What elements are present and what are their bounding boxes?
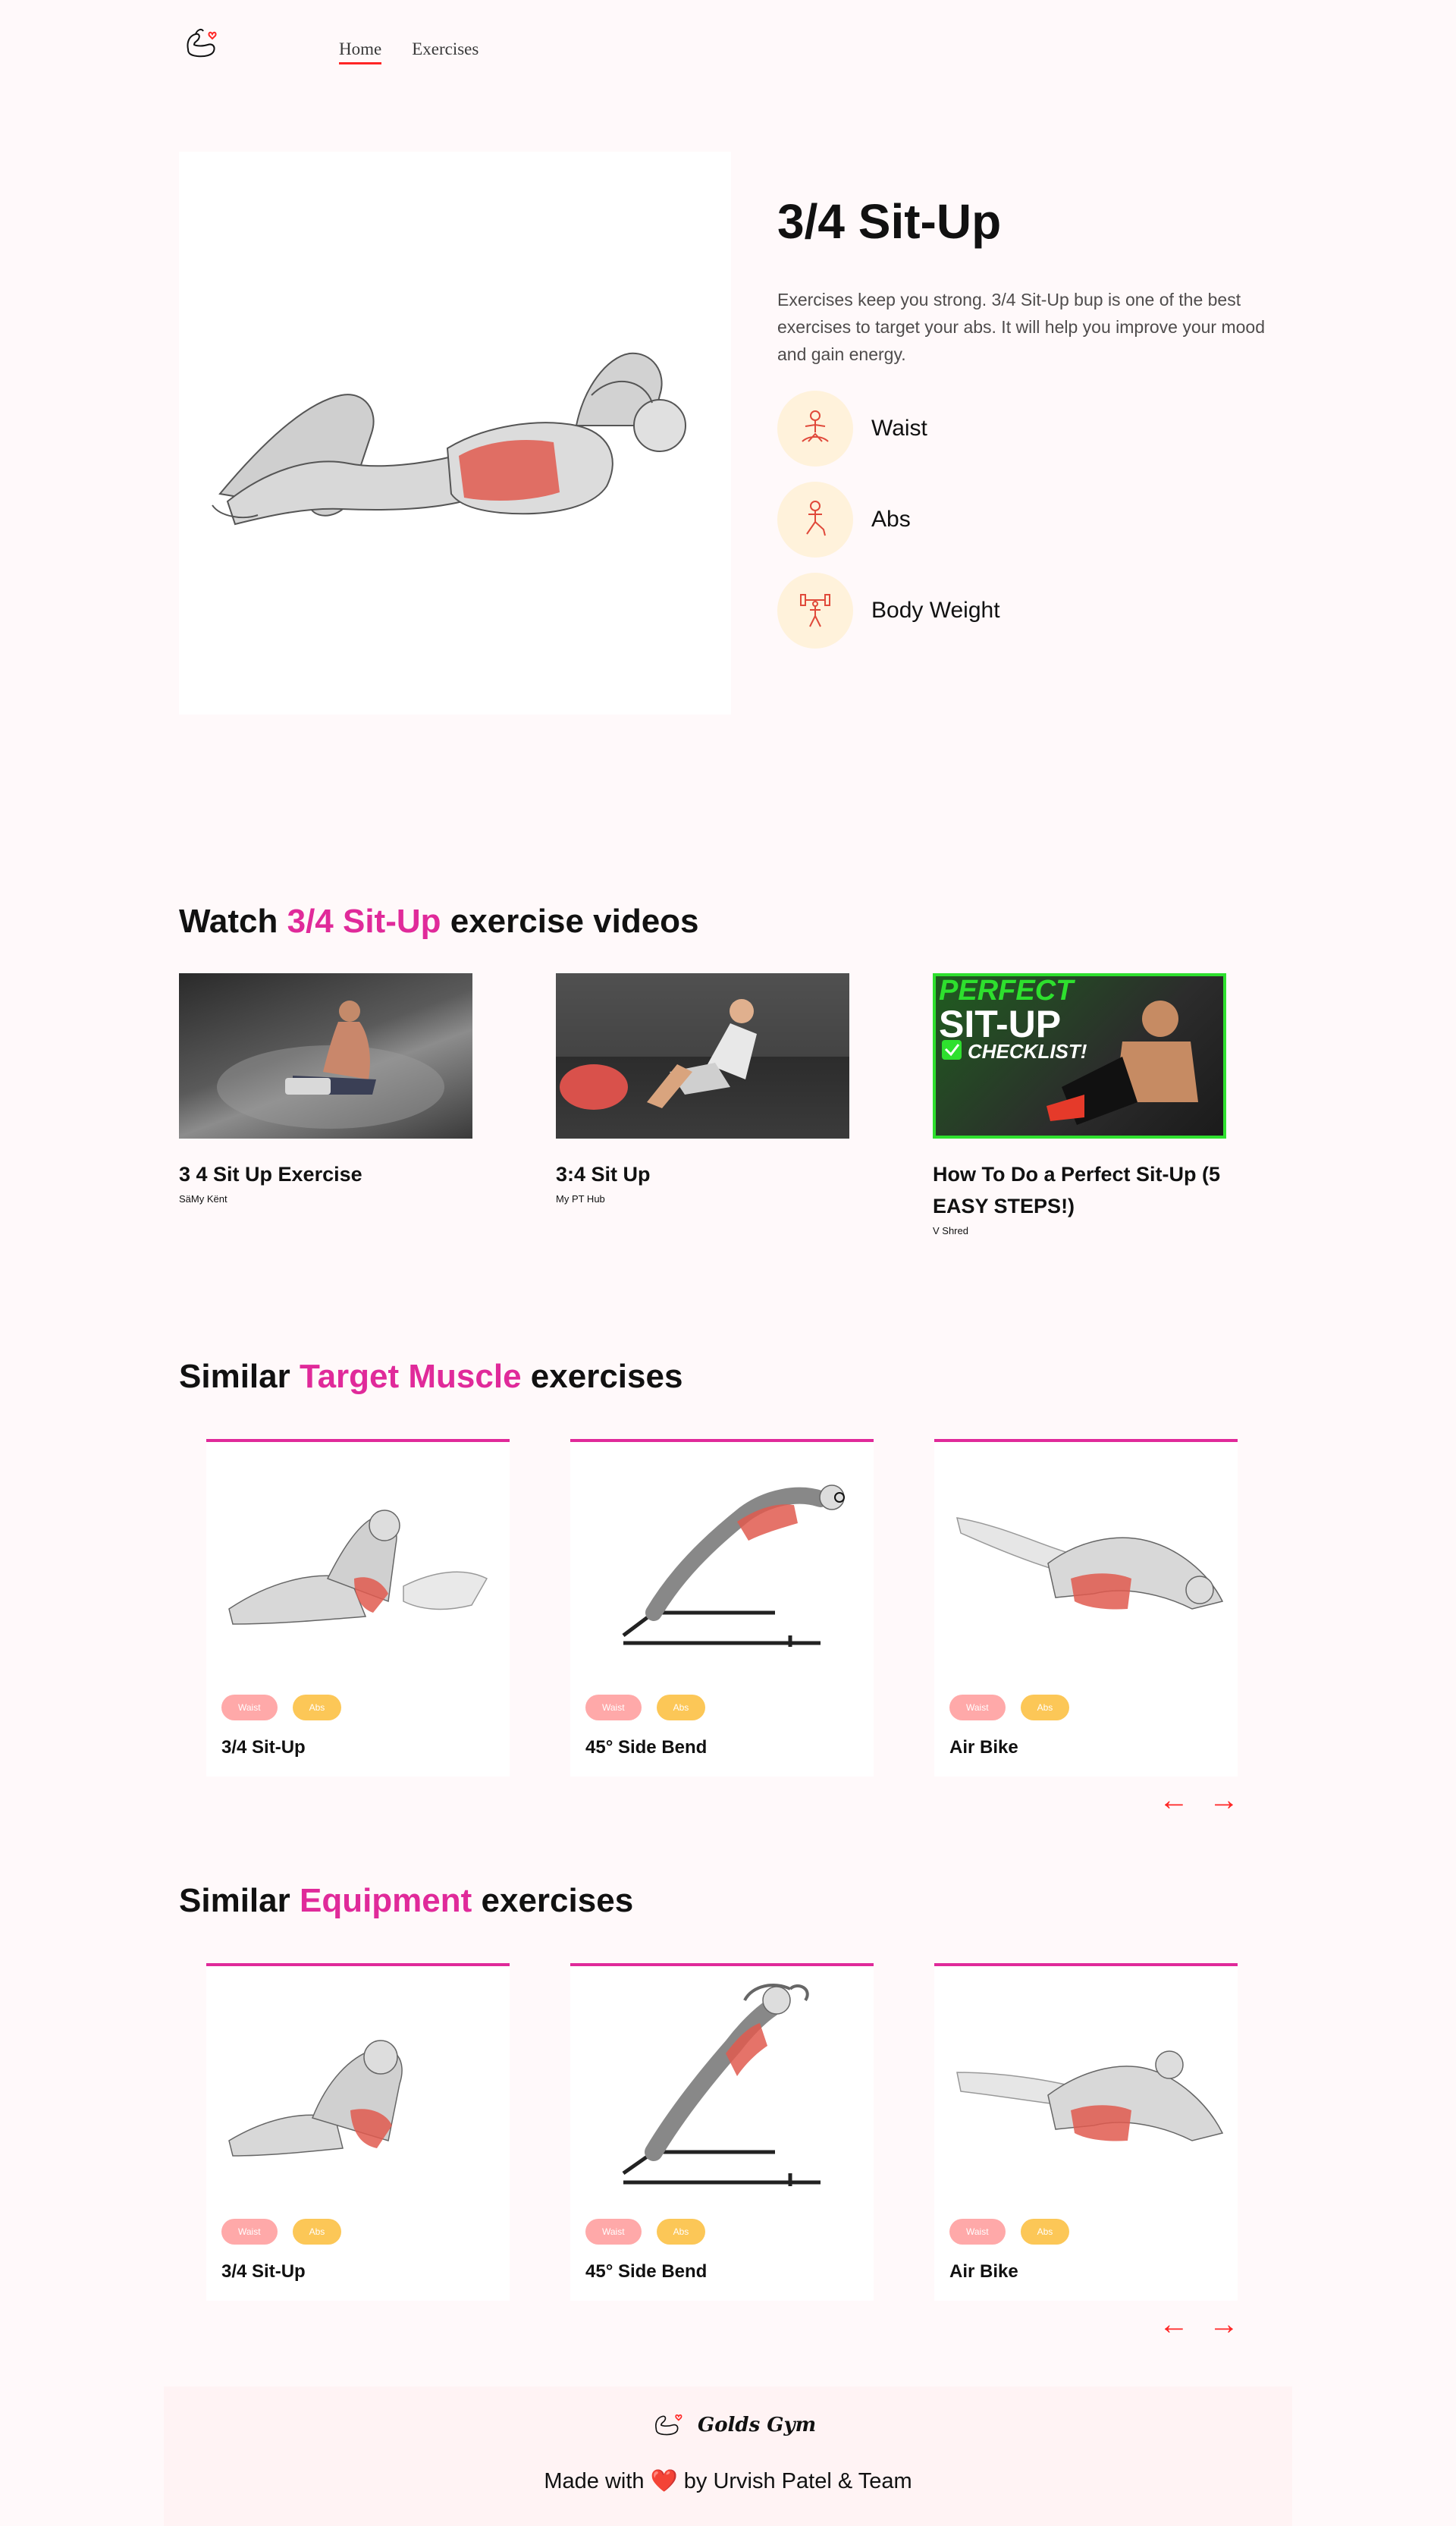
video-card[interactable]: PERFECT SIT-UP CHECKLIST! How To Do a Pe… [933, 973, 1226, 1236]
video-channel: SäMy Kënt [179, 1193, 228, 1205]
equipment-heading-prefix: Similar [179, 1882, 300, 1919]
tag-target[interactable]: Abs [1020, 1695, 1070, 1720]
detail-label-target: Abs [871, 507, 911, 532]
arrow-right-icon[interactable]: → [1209, 2309, 1239, 2339]
tag-body-part[interactable]: Waist [221, 1695, 278, 1720]
target-heading: Similar Target Muscle exercises [179, 1358, 682, 1396]
navbar [179, 17, 228, 70]
exercise-card[interactable]: Waist Abs 45° Side Bend [570, 1963, 874, 2301]
tag-target[interactable]: Abs [656, 2219, 706, 2245]
footer-logo-icon [655, 2414, 682, 2436]
exercise-card-name: Air Bike [949, 2261, 1018, 2282]
video-title[interactable]: How To Do a Perfect Sit-Up (5 EASY STEPS… [933, 1158, 1226, 1222]
video-channel: V Shred [933, 1225, 968, 1236]
tag-body-part[interactable]: Waist [585, 1695, 642, 1720]
target-heading-highlight: Target Muscle [299, 1358, 522, 1395]
tag-list: Waist Abs [221, 1695, 342, 1720]
tag-target[interactable]: Abs [1020, 2219, 1070, 2245]
tag-list: Waist Abs [949, 2219, 1070, 2245]
exercise-card-image [206, 1981, 510, 2194]
exercise-card[interactable]: Waist Abs 3/4 Sit-Up [206, 1439, 510, 1777]
arrow-left-icon[interactable]: ← [1159, 1785, 1189, 1815]
detail-body-part: Waist [777, 391, 1293, 467]
exercise-title: 3/4 Sit-Up [777, 194, 1002, 249]
heart-icon: ❤️ [650, 2469, 678, 2493]
detail-label-body-part: Waist [871, 416, 927, 441]
tag-body-part[interactable]: Waist [585, 2219, 642, 2245]
tag-body-part[interactable]: Waist [221, 2219, 278, 2245]
exercise-card[interactable]: Waist Abs Air Bike [934, 1963, 1238, 2301]
detail-label-equipment: Body Weight [871, 598, 1000, 623]
tag-list: Waist Abs [585, 1695, 706, 1720]
footer-logo: Golds Gym [651, 2408, 816, 2443]
exercise-card-name: 45° Side Bend [585, 1737, 708, 1758]
video-card[interactable]: 3:4 Sit Up My PT Hub [556, 973, 849, 1236]
exercise-card[interactable]: Waist Abs 45° Side Bend [570, 1439, 874, 1777]
videos-heading: Watch 3/4 Sit-Up exercise videos [179, 903, 699, 941]
equipment-heading-suffix: exercises [472, 1882, 634, 1919]
exercise-card[interactable]: Waist Abs Air Bike [934, 1439, 1238, 1777]
exercise-info: 3/4 Sit-Up Exercises keep you strong. 3/… [777, 193, 1293, 649]
detail-target: Abs [777, 482, 1293, 558]
equipment-cards: Waist Abs 3/4 Sit-Up Waist Abs 45° Side … [206, 1963, 1238, 2301]
nav-link-home[interactable]: Home [339, 39, 382, 64]
footer-brand: Golds Gym [698, 2414, 817, 2436]
tag-list: Waist Abs [221, 2219, 342, 2245]
videos-list: 3 4 Sit Up Exercise SäMy Kënt 3:4 Sit Up… [179, 973, 1226, 1236]
nav-links: Home Exercises [339, 39, 479, 64]
videos-heading-prefix: Watch [179, 903, 287, 940]
logo-icon[interactable] [179, 19, 228, 68]
target-heading-prefix: Similar [179, 1358, 300, 1395]
equipment-icon [777, 573, 853, 649]
arrow-left-icon[interactable]: ← [1159, 2309, 1189, 2339]
tag-list: Waist Abs [585, 2219, 706, 2245]
footer-by: by Urvish Patel & Team [683, 2469, 912, 2493]
videos-heading-suffix: exercise videos [441, 903, 699, 940]
target-icon [777, 482, 853, 558]
video-channel: My PT Hub [556, 1193, 605, 1205]
exercise-card-image [934, 1457, 1238, 1670]
video-title[interactable]: 3:4 Sit Up [556, 1158, 849, 1190]
video-thumbnail[interactable] [556, 973, 849, 1139]
footer: Golds Gym Made with ❤️ by Urvish Patel &… [164, 2386, 1292, 2526]
exercise-image [179, 152, 731, 715]
exercise-card[interactable]: Waist Abs 3/4 Sit-Up [206, 1963, 510, 2301]
target-scroll-arrows: ← → [1159, 1785, 1239, 1815]
exercise-card-name: 3/4 Sit-Up [221, 1737, 306, 1758]
video-thumbnail[interactable]: PERFECT SIT-UP CHECKLIST! [933, 973, 1226, 1139]
exercise-card-image [206, 1457, 510, 1670]
tag-target[interactable]: Abs [292, 2219, 342, 2245]
target-cards: Waist Abs 3/4 Sit-Up Waist Abs 45° Side … [206, 1439, 1238, 1777]
tag-target[interactable]: Abs [656, 1695, 706, 1720]
exercise-description: Exercises keep you strong. 3/4 Sit-Up bu… [777, 290, 1266, 364]
detail-equipment: Body Weight [777, 573, 1293, 649]
arrow-right-icon[interactable]: → [1209, 1785, 1239, 1815]
body-part-icon [777, 391, 853, 467]
nav-link-exercises[interactable]: Exercises [412, 39, 479, 64]
tag-body-part[interactable]: Waist [949, 1695, 1006, 1720]
equipment-heading: Similar Equipment exercises [179, 1882, 633, 1920]
thumb-text-checklist: CHECKLIST! [968, 1040, 1087, 1063]
tag-list: Waist Abs [949, 1695, 1070, 1720]
videos-heading-highlight: 3/4 Sit-Up [287, 903, 441, 940]
exercise-card-name: 45° Side Bend [585, 2261, 708, 2282]
exercise-card-name: Air Bike [949, 1737, 1018, 1758]
equipment-scroll-arrows: ← → [1159, 2309, 1239, 2339]
exercise-illustration [212, 352, 686, 526]
tag-target[interactable]: Abs [292, 1695, 342, 1720]
exercise-card-image [570, 1457, 874, 1670]
video-card[interactable]: 3 4 Sit Up Exercise SäMy Kënt [179, 973, 472, 1236]
exercise-card-image [570, 1981, 874, 2194]
target-heading-suffix: exercises [521, 1358, 683, 1395]
footer-credit: Made with ❤️ by Urvish Patel & Team [164, 2468, 1292, 2494]
exercise-card-image [934, 1981, 1238, 2194]
video-title[interactable]: 3 4 Sit Up Exercise [179, 1158, 472, 1190]
video-thumbnail[interactable] [179, 973, 472, 1139]
equipment-heading-highlight: Equipment [299, 1882, 472, 1919]
footer-made-with: Made with [544, 2469, 645, 2493]
tag-body-part[interactable]: Waist [949, 2219, 1006, 2245]
exercise-card-name: 3/4 Sit-Up [221, 2261, 306, 2282]
